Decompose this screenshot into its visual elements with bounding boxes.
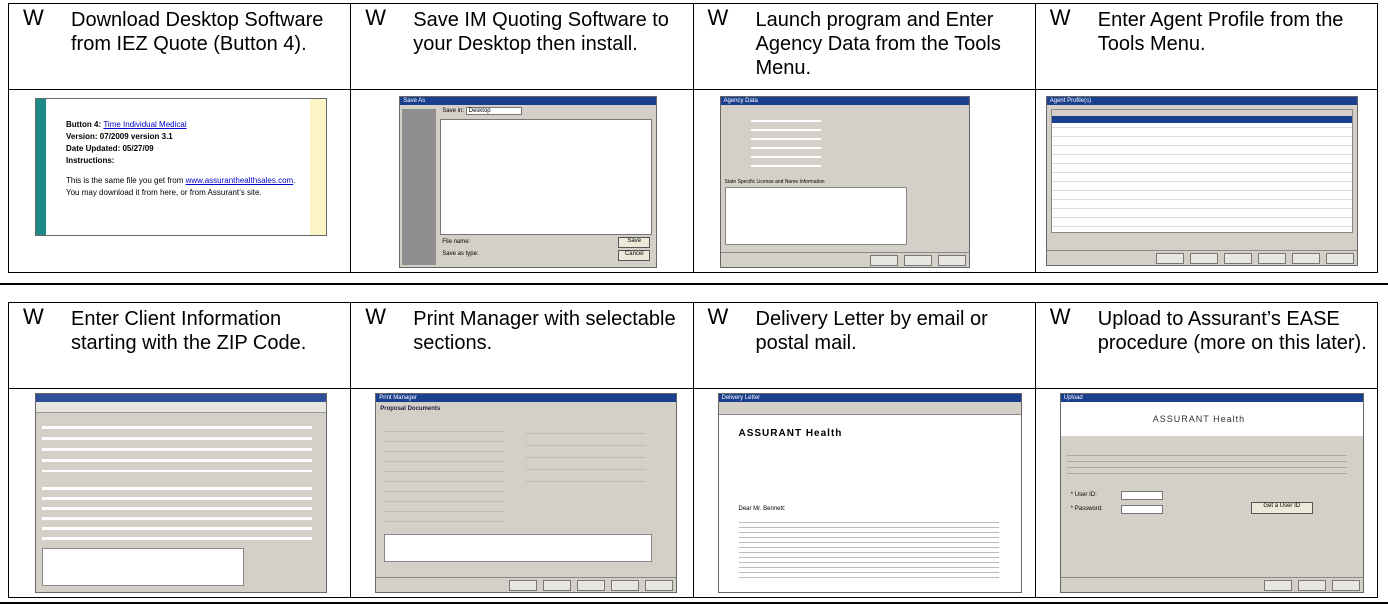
step-3-screenshot-cell: Agency Data State Specific License and N…	[692, 89, 1036, 273]
letter-greeting: Dear Mr. Bennett:	[738, 506, 786, 512]
get-user-id-button[interactable]: Get a User ID	[1250, 502, 1313, 514]
print-button[interactable]	[577, 580, 606, 591]
save-button[interactable]	[869, 255, 898, 266]
step-5-header: W Enter Client Information starting with …	[7, 302, 352, 389]
help-button[interactable]	[645, 580, 674, 591]
user-id-input[interactable]	[1120, 491, 1163, 500]
steps-table-row-1: W Download Desktop Software from IEZ Quot…	[7, 3, 1379, 273]
save-type-label: Save as type:	[442, 251, 479, 257]
select-button[interactable]	[1257, 253, 1286, 264]
password-input[interactable]	[1120, 505, 1163, 514]
instructions-text: Instructions:	[66, 156, 115, 165]
assurant-logo-text: ASSURANT Health	[1152, 414, 1246, 424]
step-8-screenshot-cell: Upload ASSURANT Health * User ID: * Pass…	[1034, 388, 1379, 598]
agency-data-dialog-screenshot: Agency Data State Specific License and N…	[719, 96, 970, 268]
step-5-caption: Enter Client Information starting with t…	[71, 308, 307, 354]
help-button[interactable]	[937, 255, 966, 266]
steps-table-row-2: W Enter Client Information starting with …	[7, 302, 1379, 598]
edit-button[interactable]	[1189, 253, 1218, 264]
download-page-screenshot: Button 4: Time Individual Medical Versio…	[35, 98, 327, 236]
step-1-header: W Download Desktop Software from IEZ Quot…	[7, 3, 352, 90]
dialog-title: Upload	[1060, 394, 1363, 402]
upload-button[interactable]	[1263, 580, 1292, 591]
cancel-button[interactable]: Cancel	[618, 250, 651, 261]
delivery-letter-screenshot: Delivery Letter ASSURANT Health Dear Mr.…	[717, 393, 1022, 593]
step-marker: W	[365, 5, 387, 30]
button-link[interactable]: Time Individual Medical	[103, 120, 186, 129]
save-in-label: Save in:	[442, 108, 464, 114]
step-8-caption: Upload to Assurant’s EASE procedure (mor…	[1097, 308, 1367, 354]
date-text: Date Updated: 05/27/09	[66, 144, 154, 153]
dialog-title: Save As	[400, 97, 657, 105]
step-7-screenshot-cell: Delivery Letter ASSURANT Health Dear Mr.…	[692, 388, 1036, 598]
file-name-label: File name:	[442, 239, 471, 245]
step-marker: W	[365, 304, 387, 329]
client-info-screenshot	[35, 393, 327, 593]
step-4-header: W Enter Agent Profile from the Tools Menu…	[1034, 3, 1379, 90]
row-divider	[0, 283, 1388, 285]
body-text: This is the same file you get from	[66, 176, 186, 185]
step-marker: W	[707, 5, 729, 30]
assurant-site-link[interactable]: www.assuranthealthsales.com	[186, 176, 294, 185]
step-7-header: W Delivery Letter by email or postal mail…	[692, 302, 1036, 389]
delete-button[interactable]	[1223, 253, 1252, 264]
assurant-logo-text: ASSURANT Health	[738, 428, 843, 439]
upload-dialog-screenshot: Upload ASSURANT Health * User ID: * Pass…	[1059, 393, 1364, 593]
help-button[interactable]	[1331, 580, 1360, 591]
step-6-header: W Print Manager with selectable sections.	[350, 302, 694, 389]
section-heading: State Specific License and Name Informat…	[724, 179, 825, 185]
step-2-header: W Save IM Quoting Software to your Deskto…	[350, 3, 694, 90]
close-button[interactable]	[1291, 253, 1320, 264]
dialog-title: Agency Data	[720, 97, 969, 105]
step-8-header: W Upload to Assurant’s EASE procedure (mo…	[1034, 302, 1379, 389]
step-marker: W	[23, 5, 44, 30]
step-6-screenshot-cell: Print Manager Proposal Documents	[350, 388, 694, 598]
step-5-screenshot-cell	[7, 388, 352, 598]
step-marker: W	[23, 304, 44, 329]
button-label: Button 4:	[66, 120, 104, 129]
dialog-title: Agent Profile(s)	[1046, 97, 1357, 105]
step-6-caption: Print Manager with selectable sections.	[413, 308, 676, 354]
cancel-button[interactable]	[1297, 580, 1326, 591]
step-4-screenshot-cell: Agent Profile(s)	[1034, 89, 1379, 273]
section-heading: Proposal Documents	[380, 406, 441, 412]
step-1-screenshot-cell: Button 4: Time Individual Medical Versio…	[7, 89, 352, 273]
step-2-screenshot-cell: Save As Save in: Desktop File name: Save…	[350, 89, 694, 273]
agent-profile-dialog-screenshot: Agent Profile(s)	[1045, 96, 1358, 266]
password-label: * Password:	[1070, 506, 1103, 512]
dialog-title: Print Manager	[376, 394, 677, 402]
step-marker: W	[1049, 304, 1071, 329]
save-as-dialog-screenshot: Save As Save in: Desktop File name: Save…	[399, 96, 658, 268]
save-in-value[interactable]: Desktop	[465, 107, 522, 115]
step-4-caption: Enter Agent Profile from the Tools Menu.	[1097, 9, 1344, 55]
step-1-caption: Download Desktop Software from IEZ Quote…	[71, 9, 324, 55]
user-id-label: * User ID:	[1070, 492, 1097, 498]
print-manager-screenshot: Print Manager Proposal Documents	[375, 393, 678, 593]
view-button[interactable]	[543, 580, 572, 591]
close-button[interactable]	[611, 580, 640, 591]
help-button[interactable]	[1325, 253, 1354, 264]
bottom-rule	[0, 602, 1388, 604]
version-text: Version: 07/2009 version 3.1	[66, 132, 173, 141]
close-button[interactable]	[903, 255, 932, 266]
step-2-caption: Save IM Quoting Software to your Desktop…	[413, 9, 669, 55]
new-button[interactable]	[1155, 253, 1184, 264]
step-3-caption: Launch program and Enter Agency Data fro…	[755, 9, 1001, 79]
save-button[interactable]: Save	[618, 237, 651, 248]
dialog-title: Delivery Letter	[718, 394, 1021, 402]
step-marker: W	[707, 304, 729, 329]
step-marker: W	[1049, 5, 1071, 30]
save-for-emailing-button[interactable]	[509, 580, 538, 591]
step-7-caption: Delivery Letter by email or postal mail.	[755, 308, 988, 354]
step-3-header: W Launch program and Enter Agency Data fr…	[692, 3, 1036, 90]
